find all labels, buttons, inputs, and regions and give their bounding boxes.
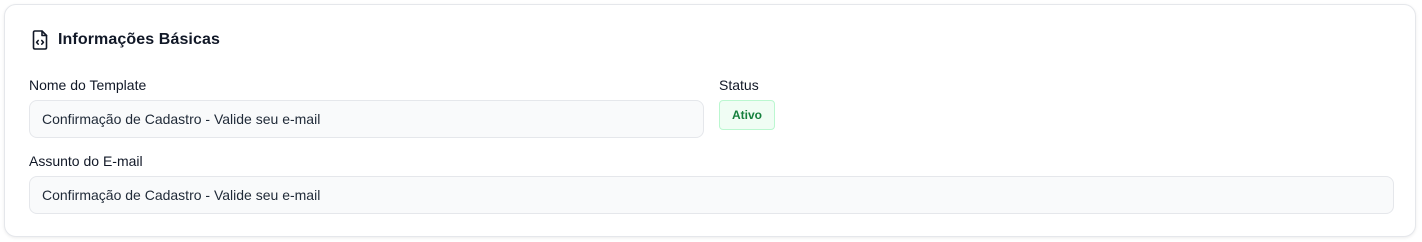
- status-badge: Ativo: [719, 100, 775, 130]
- status-label: Status: [719, 77, 759, 93]
- basic-info-card: Informações Básicas Nome do Template Con…: [4, 4, 1416, 237]
- file-code-icon: [31, 30, 49, 50]
- section-title: Informações Básicas: [58, 31, 220, 48]
- email-subject-label: Assunto do E-mail: [29, 153, 143, 169]
- template-name-input[interactable]: Confirmação de Cadastro - Valide seu e-m…: [29, 100, 704, 138]
- template-name-label: Nome do Template: [29, 77, 147, 93]
- email-subject-input[interactable]: Confirmação de Cadastro - Valide seu e-m…: [29, 176, 1394, 214]
- section-header: Informações Básicas: [31, 29, 220, 51]
